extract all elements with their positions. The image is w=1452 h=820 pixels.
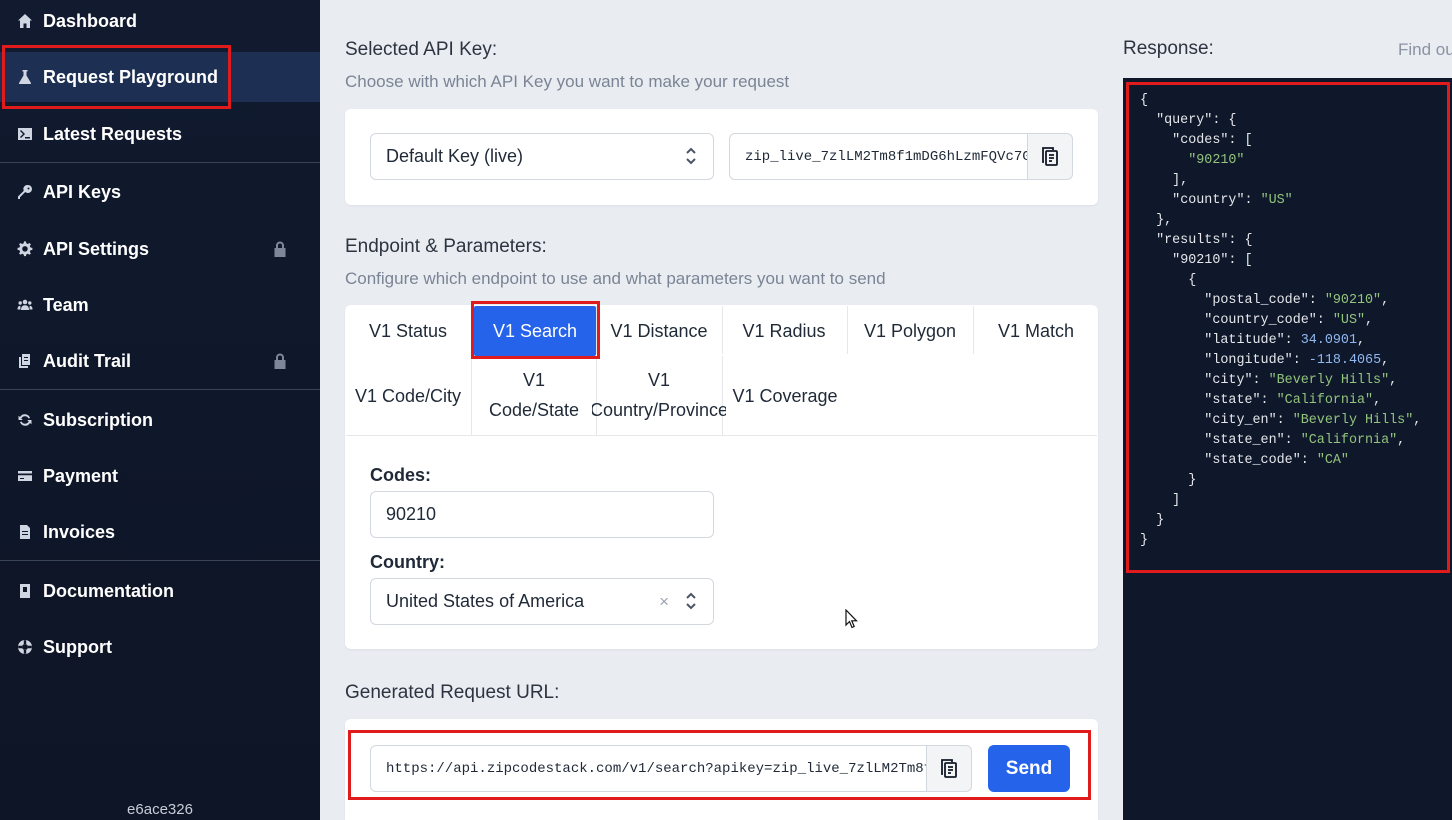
tab-label-line: Code/State bbox=[488, 400, 580, 420]
copy-api-key-button[interactable] bbox=[1027, 133, 1073, 180]
refresh-icon bbox=[16, 411, 34, 429]
book-icon bbox=[16, 582, 34, 600]
terminal-icon bbox=[16, 125, 34, 143]
tab-v1-status[interactable]: V1 Status bbox=[346, 310, 470, 352]
sidebar-item-latest-requests[interactable]: Latest Requests bbox=[0, 109, 320, 159]
codes-label: Codes: bbox=[370, 465, 432, 485]
sidebar-item-api-settings[interactable]: API Settings bbox=[0, 224, 320, 274]
copy-icon bbox=[1042, 146, 1058, 166]
version-label: e6ace326 bbox=[127, 801, 193, 818]
gear-icon bbox=[16, 240, 34, 258]
codes-input[interactable]: 90210 bbox=[370, 491, 714, 538]
sidebar-item-invoices[interactable]: Invoices bbox=[0, 507, 320, 557]
api-key-subtitle: Choose with which API Key you want to ma… bbox=[345, 72, 790, 91]
sidebar-item-label: Subscription bbox=[43, 409, 154, 430]
mouse-cursor-icon bbox=[845, 608, 859, 634]
home-icon bbox=[16, 12, 34, 30]
file-icon bbox=[16, 523, 34, 541]
highlight-box bbox=[1126, 82, 1450, 573]
sidebar-item-documentation[interactable]: Documentation bbox=[0, 566, 320, 616]
country-select-value: United States of America bbox=[386, 591, 585, 611]
sidebar-item-support[interactable]: Support bbox=[0, 622, 320, 672]
sidebar-divider bbox=[0, 389, 320, 390]
credit-card-icon bbox=[16, 467, 34, 485]
lock-icon bbox=[272, 240, 288, 263]
sidebar-item-label: Audit Trail bbox=[43, 350, 132, 371]
highlight-box bbox=[471, 301, 600, 359]
request-url-title: Generated Request URL: bbox=[345, 682, 560, 703]
sidebar-item-label: API Keys bbox=[43, 181, 122, 202]
sidebar-item-audit-trail[interactable]: Audit Trail bbox=[0, 336, 320, 386]
api-key-title: Selected API Key: bbox=[345, 39, 498, 60]
tab-v1-match[interactable]: V1 Match bbox=[974, 310, 1098, 352]
sidebar-item-dashboard[interactable]: Dashboard bbox=[0, 0, 320, 46]
sidebar-item-team[interactable]: Team bbox=[0, 280, 320, 330]
sidebar-item-label: Team bbox=[43, 294, 89, 315]
find-out-link[interactable]: Find ou bbox=[1398, 40, 1452, 60]
sidebar-item-label: Documentation bbox=[43, 580, 175, 601]
country-select[interactable]: United States of America × bbox=[370, 578, 714, 625]
tab-v1-code-city[interactable]: V1 Code/City bbox=[346, 375, 470, 417]
lock-icon bbox=[272, 352, 288, 375]
codes-input-value: 90210 bbox=[386, 504, 437, 524]
clear-icon[interactable]: × bbox=[659, 592, 669, 612]
tab-v1-country-province[interactable]: V1 Country/Province bbox=[592, 364, 726, 426]
sidebar-divider bbox=[0, 560, 320, 561]
api-key-select-value: Default Key (live) bbox=[386, 146, 524, 166]
response-title: Response: bbox=[1123, 38, 1214, 59]
highlight-box bbox=[348, 730, 1091, 800]
tab-v1-distance[interactable]: V1 Distance bbox=[597, 310, 721, 352]
key-icon bbox=[16, 183, 34, 201]
tab-v1-code-state[interactable]: V1 Code/State bbox=[472, 364, 596, 426]
chevron-updown-icon bbox=[685, 147, 697, 170]
users-icon bbox=[16, 296, 34, 314]
sidebar: Dashboard Request Playground Latest Requ… bbox=[0, 0, 320, 820]
clipboard-icon bbox=[16, 352, 34, 370]
sidebar-item-label: Dashboard bbox=[43, 10, 138, 31]
tab-label-line: V1 bbox=[522, 370, 546, 390]
endpoint-subtitle: Configure which endpoint to use and what… bbox=[345, 269, 886, 288]
lifebuoy-icon bbox=[16, 638, 34, 656]
sidebar-item-api-keys[interactable]: API Keys bbox=[0, 167, 320, 217]
sidebar-divider bbox=[0, 162, 320, 163]
tab-label-line: V1 bbox=[647, 370, 671, 390]
sidebar-item-subscription[interactable]: Subscription bbox=[0, 395, 320, 445]
sidebar-item-payment[interactable]: Payment bbox=[0, 451, 320, 501]
sidebar-item-label: Invoices bbox=[43, 521, 116, 542]
endpoint-title: Endpoint & Parameters: bbox=[345, 236, 547, 257]
api-key-value-field[interactable]: zip_live_7zlLM2Tm8f1mDG6hLzmFQVc7G bbox=[729, 133, 1029, 180]
chevron-updown-icon bbox=[685, 592, 697, 615]
country-label: Country: bbox=[370, 552, 445, 572]
sidebar-item-label: Payment bbox=[43, 465, 119, 486]
api-key-select[interactable]: Default Key (live) bbox=[370, 133, 714, 180]
sidebar-item-label: API Settings bbox=[43, 238, 150, 259]
tab-v1-coverage[interactable]: V1 Coverage bbox=[723, 375, 847, 417]
api-key-value: zip_live_7zlLM2Tm8f1mDG6hLzmFQVc7G bbox=[745, 148, 1029, 165]
tab-v1-radius[interactable]: V1 Radius bbox=[722, 310, 846, 352]
tab-label-line: Country/Province bbox=[592, 400, 726, 420]
sidebar-item-label: Support bbox=[43, 636, 112, 657]
highlight-box bbox=[2, 45, 231, 109]
sidebar-item-label: Latest Requests bbox=[43, 123, 183, 144]
tab-bottom-divider bbox=[346, 435, 1097, 436]
tab-v1-polygon[interactable]: V1 Polygon bbox=[848, 310, 972, 352]
